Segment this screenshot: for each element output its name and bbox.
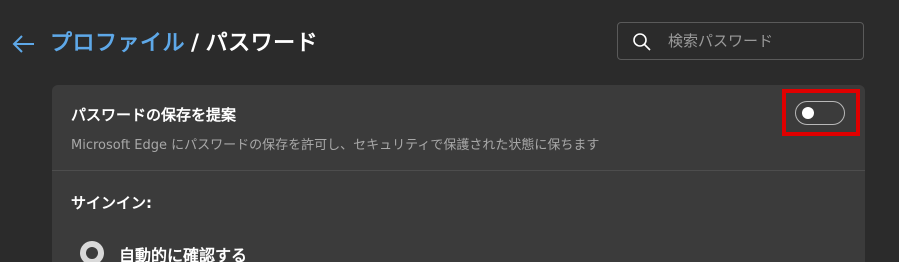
toggle-knob [802,107,814,119]
page-title: プロファイル / パスワード [50,27,318,61]
divider [52,170,865,171]
radio-option-label: 自動的に確認する [119,246,248,262]
offer-to-save-description: Microsoft Edge にパスワードの保存を許可し、セキュリティで保護され… [71,138,600,153]
offer-to-save-title: パスワードの保存を提案 [71,106,237,124]
settings-card: パスワードの保存を提案 Microsoft Edge にパスワードの保存を許可し… [52,85,865,262]
sign-in-label: サインイン: [71,194,152,212]
breadcrumb-profile-link[interactable]: プロファイル [50,31,185,56]
radio-selected-dot [86,247,98,259]
search-icon [633,33,651,51]
search-input[interactable] [668,23,858,59]
breadcrumb-separator: / [191,31,200,56]
offer-to-save-toggle[interactable] [795,101,845,125]
password-settings-page: プロファイル/パスワード パスワードの保存を提案 Microsoft Edge … [0,0,899,262]
arrow-left-icon[interactable] [10,30,38,58]
radio-button[interactable] [80,241,104,262]
search-box[interactable] [617,22,864,60]
breadcrumb-current: パスワード [205,31,319,56]
